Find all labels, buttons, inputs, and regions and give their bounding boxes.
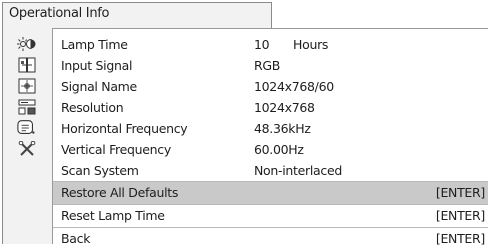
brightness-icon[interactable] (17, 36, 37, 52)
info-value: 1024x768/60 (254, 79, 334, 94)
info-value: 60.00Hz (254, 142, 304, 157)
image-settings-icon[interactable] (17, 78, 37, 94)
info-value: Non-interlaced (254, 163, 342, 178)
sidebar-icon-column (2, 28, 52, 244)
back-button[interactable]: Back [ENTER] (53, 228, 488, 250)
info-unit: Hours (293, 37, 329, 52)
picture-adjust-icon[interactable] (17, 57, 37, 73)
restore-all-defaults-button[interactable]: Restore All Defaults [ENTER] (53, 182, 488, 204)
menu-title-tab[interactable]: Operational Info (2, 2, 272, 28)
info-panel: Lamp Time 10 Hours Input Signal RGB Sign… (52, 28, 488, 246)
info-value: 10 (254, 37, 270, 52)
info-row-resolution: Resolution 1024x768 (53, 97, 488, 119)
info-label: Horizontal Frequency (61, 121, 188, 136)
info-value: RGB (254, 58, 281, 73)
setup-icon[interactable] (17, 99, 37, 115)
info-row-scan-system: Scan System Non-interlaced (53, 160, 488, 182)
menu-title: Operational Info (9, 6, 110, 21)
enter-key-hint: [ENTER] (435, 208, 485, 223)
info-label: Scan System (61, 163, 139, 178)
info-label: Vertical Frequency (61, 142, 171, 157)
action-label: Reset Lamp Time (61, 208, 165, 223)
action-label: Restore All Defaults (61, 185, 179, 200)
info-row-signal-name: Signal Name 1024x768/60 (53, 76, 488, 98)
info-row-horizontal-frequency: Horizontal Frequency 48.36kHz (53, 118, 488, 140)
info-row-vertical-frequency: Vertical Frequency 60.00Hz (53, 139, 488, 161)
info-label: Signal Name (61, 79, 137, 94)
info-label: Lamp Time (61, 37, 128, 52)
info-value: 1024x768 (254, 100, 315, 115)
info-row-input-signal: Input Signal RGB (53, 55, 488, 77)
info-value: 48.36kHz (254, 121, 311, 136)
info-icon[interactable] (17, 120, 37, 136)
enter-key-hint: [ENTER] (435, 185, 485, 200)
info-label: Input Signal (61, 58, 133, 73)
info-label: Resolution (61, 100, 124, 115)
tools-icon[interactable] (17, 141, 37, 157)
reset-lamp-time-button[interactable]: Reset Lamp Time [ENTER] (53, 205, 488, 227)
info-row-lamp-time: Lamp Time 10 Hours (53, 34, 488, 56)
